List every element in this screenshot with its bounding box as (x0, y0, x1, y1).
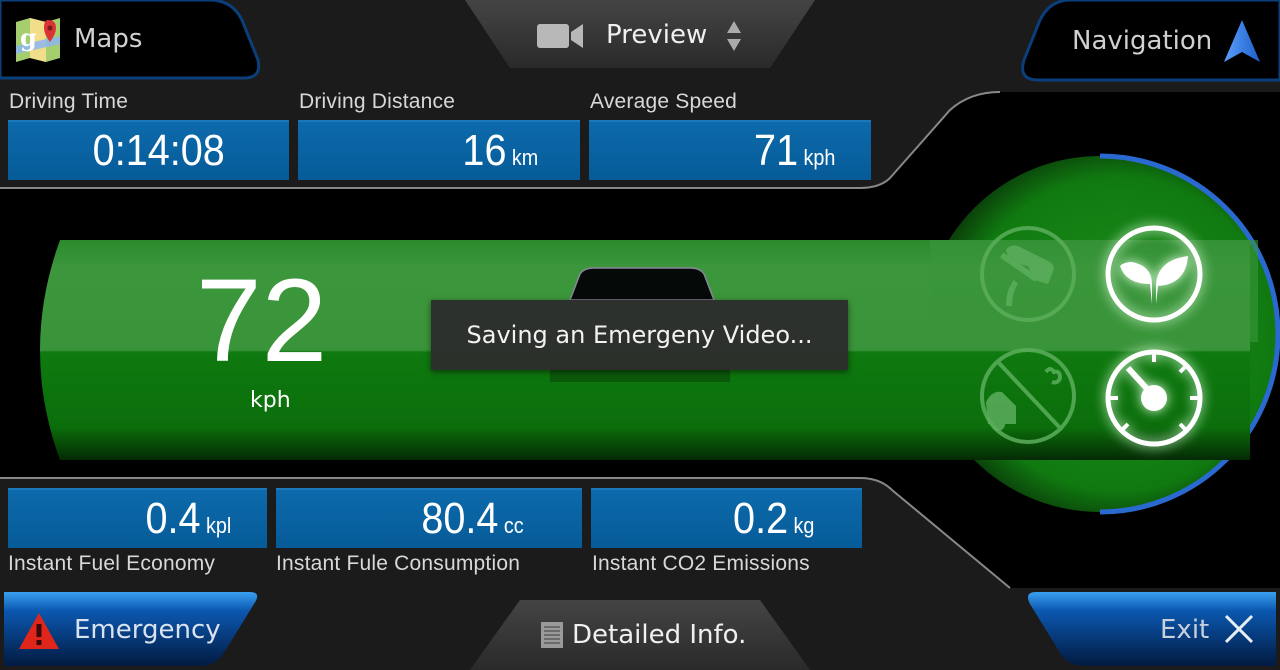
co2-emissions-label: Instant CO2 Emissions (592, 552, 810, 575)
maps-button[interactable]: g Maps (0, 0, 262, 80)
preview-button[interactable]: Preview (460, 0, 820, 72)
no-idling-icon[interactable] (976, 344, 1080, 448)
current-speed-value: 72 (196, 255, 328, 387)
fuel-consumption-label: Instant Fule Consumption (276, 552, 521, 575)
emergency-button[interactable]: Emergency (0, 588, 262, 670)
fuel-consumption-unit: cc (504, 513, 524, 538)
driving-time-tile: 0:14:08 (8, 120, 289, 180)
average-speed-value: 71 kph (754, 126, 835, 176)
driving-time-label: Driving Time (9, 90, 129, 113)
warning-triangle-icon (19, 613, 59, 649)
close-icon (1224, 614, 1254, 644)
fuel-economy-unit: kpl (205, 513, 231, 538)
preview-label: Preview (606, 20, 708, 50)
driving-time-value: 0:14:08 (93, 126, 225, 176)
pedal-icon[interactable] (976, 222, 1080, 326)
up-down-arrows-icon (727, 21, 741, 51)
fuel-consumption-tile: 80.4 cc (276, 488, 582, 548)
fuel-economy-label: Instant Fuel Economy (8, 552, 216, 575)
fuel-economy-number: 0.4 (145, 494, 201, 543)
driving-time-number: 0:14:08 (92, 126, 225, 175)
navigation-button[interactable]: Navigation (1018, 0, 1280, 82)
co2-emissions-tile: 0.2 kg (591, 488, 862, 548)
fuel-economy-tile: 0.4 kpl (8, 488, 267, 548)
driving-distance-tile: 16 km (298, 120, 580, 180)
document-list-icon (541, 622, 563, 648)
average-speed-tile: 71 kph (589, 120, 871, 180)
navigation-arrow-icon (1224, 20, 1260, 62)
navigation-label: Navigation (1072, 26, 1213, 56)
maps-label: Maps (74, 24, 143, 54)
detailed-info-button[interactable]: Detailed Info. (470, 598, 810, 670)
fuel-consumption-value: 80.4 cc (422, 494, 524, 544)
speedometer-icon[interactable] (1102, 346, 1206, 450)
toast-notification: Saving an Emergeny Video... (431, 300, 848, 370)
co2-emissions-number: 0.2 (732, 494, 788, 543)
detailed-info-label: Detailed Info. (572, 620, 747, 650)
fuel-consumption-number: 80.4 (421, 494, 499, 543)
driving-distance-value: 16 km (462, 126, 538, 176)
average-speed-unit: kph (803, 145, 835, 170)
eco-leaf-icon[interactable] (1102, 222, 1206, 326)
emergency-label: Emergency (74, 615, 221, 645)
google-maps-icon: g (16, 18, 60, 62)
fuel-economy-value: 0.4 kpl (145, 494, 231, 544)
average-speed-label: Average Speed (590, 90, 737, 113)
exit-button[interactable]: Exit (1024, 590, 1280, 670)
svg-text:g: g (20, 23, 37, 52)
driving-distance-unit: km (511, 145, 538, 170)
co2-emissions-value: 0.2 kg (733, 494, 814, 544)
toast-message: Saving an Emergeny Video... (466, 321, 813, 349)
driving-distance-label: Driving Distance (299, 90, 456, 113)
current-speed-unit: kph (250, 388, 291, 413)
driving-distance-number: 16 (462, 126, 507, 175)
average-speed-number: 71 (753, 126, 798, 175)
exit-label: Exit (1160, 615, 1210, 645)
co2-emissions-unit: kg (793, 513, 814, 538)
video-camera-icon (537, 24, 583, 48)
